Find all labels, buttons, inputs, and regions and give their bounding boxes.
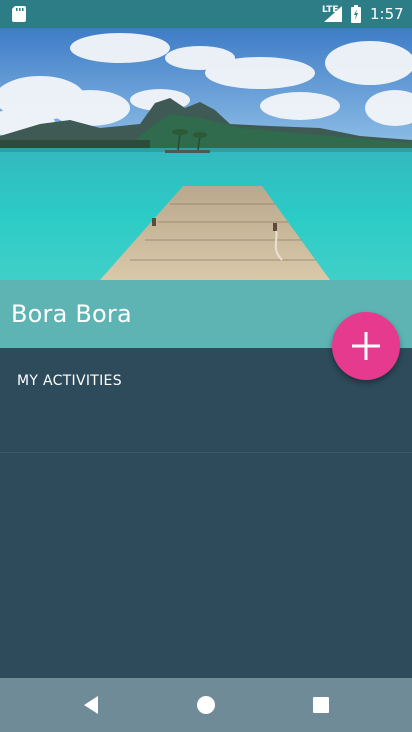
status-time: 1:57 [370,5,404,23]
add-activity-button[interactable] [332,312,400,380]
sd-card-icon [12,6,26,22]
status-bar: LTE 1:57 [0,0,412,28]
battery-icon [351,5,361,23]
plus-icon [352,332,380,360]
destination-title: Bora Bora [11,300,132,328]
system-nav-bar [0,678,412,732]
list-divider [0,452,412,453]
activities-panel: MY ACTIVITIES [0,348,412,678]
network-type-label: LTE [322,5,339,15]
back-icon[interactable] [80,693,104,717]
my-activities-label: MY ACTIVITIES [17,373,122,389]
recents-icon[interactable] [309,693,333,717]
destination-photo [0,28,412,280]
home-icon[interactable] [194,693,218,717]
